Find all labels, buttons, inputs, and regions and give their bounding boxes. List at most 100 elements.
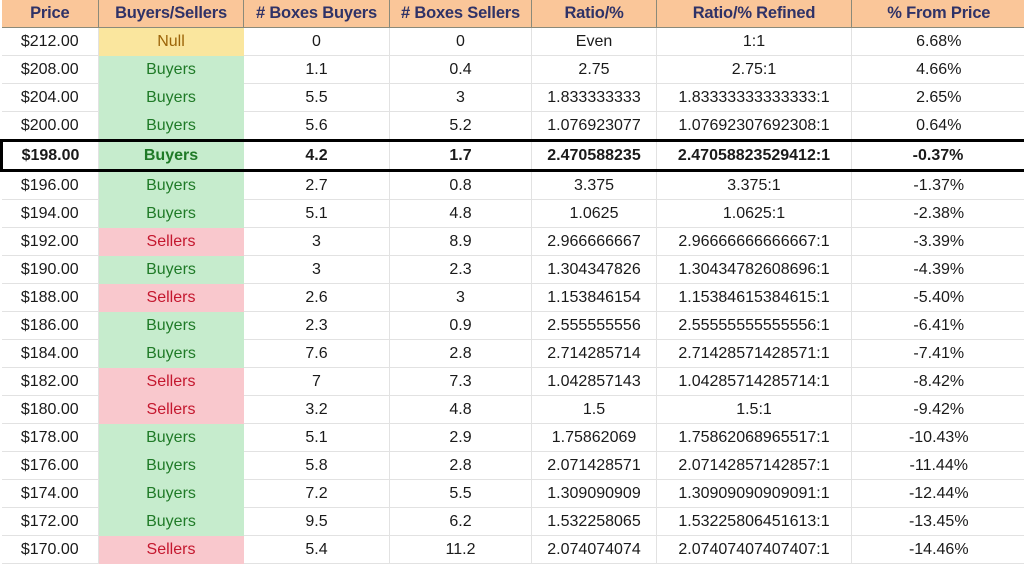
cell-price[interactable]: $192.00 (2, 228, 99, 256)
cell-boxes-sellers[interactable]: 4.8 (390, 396, 532, 424)
cell-ratio-pct[interactable]: 1.0625 (532, 200, 657, 228)
cell-ratio-pct-refined[interactable]: 1.53225806451613:1 (657, 508, 852, 536)
cell-ratio-pct[interactable]: 2.470588235 (532, 141, 657, 171)
table-row[interactable]: $172.00Buyers9.56.21.5322580651.53225806… (2, 508, 1024, 536)
cell-pct-from-price[interactable]: -13.45% (852, 508, 1024, 536)
cell-price[interactable]: $180.00 (2, 396, 99, 424)
cell-pct-from-price[interactable]: -11.44% (852, 452, 1024, 480)
column-header-ratio-pct[interactable]: Ratio/% (532, 0, 657, 28)
cell-pct-from-price[interactable]: -3.39% (852, 228, 1024, 256)
cell-boxes-buyers[interactable]: 9.5 (244, 508, 390, 536)
cell-buyers-sellers[interactable]: Buyers (99, 508, 244, 536)
cell-price[interactable]: $182.00 (2, 368, 99, 396)
table-row[interactable]: $194.00Buyers5.14.81.06251.0625:1-2.38% (2, 200, 1024, 228)
cell-boxes-sellers[interactable]: 6.2 (390, 508, 532, 536)
cell-price[interactable]: $176.00 (2, 452, 99, 480)
cell-boxes-buyers[interactable]: 5.6 (244, 112, 390, 141)
table-row[interactable]: $174.00Buyers7.25.51.3090909091.30909090… (2, 480, 1024, 508)
cell-buyers-sellers[interactable]: Sellers (99, 284, 244, 312)
cell-boxes-sellers[interactable]: 0.9 (390, 312, 532, 340)
cell-buyers-sellers[interactable]: Buyers (99, 141, 244, 171)
cell-ratio-pct[interactable]: 1.153846154 (532, 284, 657, 312)
cell-ratio-pct[interactable]: 1.309090909 (532, 480, 657, 508)
column-header-ratio-pct-refined[interactable]: Ratio/% Refined (657, 0, 852, 28)
cell-pct-from-price[interactable]: -5.40% (852, 284, 1024, 312)
table-row[interactable]: $204.00Buyers5.531.8333333331.8333333333… (2, 84, 1024, 112)
table-row[interactable]: $196.00Buyers2.70.83.3753.375:1-1.37% (2, 171, 1024, 200)
cell-buyers-sellers[interactable]: Buyers (99, 452, 244, 480)
cell-ratio-pct-refined[interactable]: 2.96666666666667:1 (657, 228, 852, 256)
cell-boxes-buyers[interactable]: 7 (244, 368, 390, 396)
cell-boxes-buyers[interactable]: 2.6 (244, 284, 390, 312)
cell-ratio-pct-refined[interactable]: 2.55555555555556:1 (657, 312, 852, 340)
cell-ratio-pct-refined[interactable]: 1.75862068965517:1 (657, 424, 852, 452)
cell-buyers-sellers[interactable]: Sellers (99, 228, 244, 256)
cell-pct-from-price[interactable]: -0.37% (852, 141, 1024, 171)
table-row[interactable]: $184.00Buyers7.62.82.7142857142.71428571… (2, 340, 1024, 368)
cell-ratio-pct-refined[interactable]: 2.75:1 (657, 56, 852, 84)
cell-buyers-sellers[interactable]: Buyers (99, 200, 244, 228)
cell-ratio-pct-refined[interactable]: 1.04285714285714:1 (657, 368, 852, 396)
cell-pct-from-price[interactable]: -7.41% (852, 340, 1024, 368)
cell-pct-from-price[interactable]: -14.46% (852, 536, 1024, 564)
cell-buyers-sellers[interactable]: Buyers (99, 56, 244, 84)
cell-ratio-pct-refined[interactable]: 1.5:1 (657, 396, 852, 424)
cell-ratio-pct[interactable]: 1.833333333 (532, 84, 657, 112)
cell-ratio-pct[interactable]: 1.532258065 (532, 508, 657, 536)
cell-boxes-buyers[interactable]: 5.8 (244, 452, 390, 480)
cell-price[interactable]: $212.00 (2, 28, 99, 56)
cell-ratio-pct[interactable]: 2.714285714 (532, 340, 657, 368)
cell-boxes-buyers[interactable]: 5.1 (244, 424, 390, 452)
table-row[interactable]: $170.00Sellers5.411.22.0740740742.074074… (2, 536, 1024, 564)
cell-pct-from-price[interactable]: -12.44% (852, 480, 1024, 508)
table-row[interactable]: $176.00Buyers5.82.82.0714285712.07142857… (2, 452, 1024, 480)
cell-price[interactable]: $172.00 (2, 508, 99, 536)
cell-boxes-buyers[interactable]: 2.3 (244, 312, 390, 340)
cell-ratio-pct-refined[interactable]: 2.07407407407407:1 (657, 536, 852, 564)
cell-price[interactable]: $194.00 (2, 200, 99, 228)
cell-buyers-sellers[interactable]: Buyers (99, 480, 244, 508)
table-row[interactable]: $178.00Buyers5.12.91.758620691.758620689… (2, 424, 1024, 452)
cell-pct-from-price[interactable]: -2.38% (852, 200, 1024, 228)
cell-ratio-pct[interactable]: 2.071428571 (532, 452, 657, 480)
cell-boxes-buyers[interactable]: 4.2 (244, 141, 390, 171)
cell-boxes-sellers[interactable]: 1.7 (390, 141, 532, 171)
cell-ratio-pct-refined[interactable]: 1.15384615384615:1 (657, 284, 852, 312)
cell-boxes-sellers[interactable]: 3 (390, 284, 532, 312)
cell-boxes-buyers[interactable]: 1.1 (244, 56, 390, 84)
table-row[interactable]: $212.00Null00Even1:16.68% (2, 28, 1024, 56)
cell-price[interactable]: $198.00 (2, 141, 99, 171)
cell-boxes-buyers[interactable]: 5.1 (244, 200, 390, 228)
cell-price[interactable]: $190.00 (2, 256, 99, 284)
cell-pct-from-price[interactable]: -10.43% (852, 424, 1024, 452)
cell-pct-from-price[interactable]: -8.42% (852, 368, 1024, 396)
table-row[interactable]: $188.00Sellers2.631.1538461541.153846153… (2, 284, 1024, 312)
cell-buyers-sellers[interactable]: Buyers (99, 312, 244, 340)
table-row[interactable]: $200.00Buyers5.65.21.0769230771.07692307… (2, 112, 1024, 141)
cell-pct-from-price[interactable]: -6.41% (852, 312, 1024, 340)
cell-pct-from-price[interactable]: 6.68% (852, 28, 1024, 56)
cell-ratio-pct-refined[interactable]: 1.30909090909091:1 (657, 480, 852, 508)
cell-price[interactable]: $200.00 (2, 112, 99, 141)
cell-price[interactable]: $170.00 (2, 536, 99, 564)
column-header-pct-from-price[interactable]: % From Price (852, 0, 1024, 28)
cell-boxes-sellers[interactable]: 11.2 (390, 536, 532, 564)
cell-boxes-buyers[interactable]: 7.6 (244, 340, 390, 368)
cell-buyers-sellers[interactable]: Sellers (99, 368, 244, 396)
cell-ratio-pct[interactable]: 1.75862069 (532, 424, 657, 452)
cell-boxes-buyers[interactable]: 5.5 (244, 84, 390, 112)
cell-ratio-pct-refined[interactable]: 2.07142857142857:1 (657, 452, 852, 480)
table-row[interactable]: $192.00Sellers38.92.9666666672.966666666… (2, 228, 1024, 256)
cell-boxes-buyers[interactable]: 0 (244, 28, 390, 56)
column-header-boxes-sellers[interactable]: # Boxes Sellers (390, 0, 532, 28)
cell-boxes-sellers[interactable]: 0 (390, 28, 532, 56)
table-row[interactable]: $186.00Buyers2.30.92.5555555562.55555555… (2, 312, 1024, 340)
cell-price[interactable]: $186.00 (2, 312, 99, 340)
cell-buyers-sellers[interactable]: Buyers (99, 112, 244, 141)
cell-ratio-pct[interactable]: 1.076923077 (532, 112, 657, 141)
cell-ratio-pct[interactable]: 1.304347826 (532, 256, 657, 284)
cell-buyers-sellers[interactable]: Sellers (99, 396, 244, 424)
cell-ratio-pct-refined[interactable]: 1.0625:1 (657, 200, 852, 228)
column-header-buyers-sellers[interactable]: Buyers/Sellers (99, 0, 244, 28)
cell-price[interactable]: $184.00 (2, 340, 99, 368)
